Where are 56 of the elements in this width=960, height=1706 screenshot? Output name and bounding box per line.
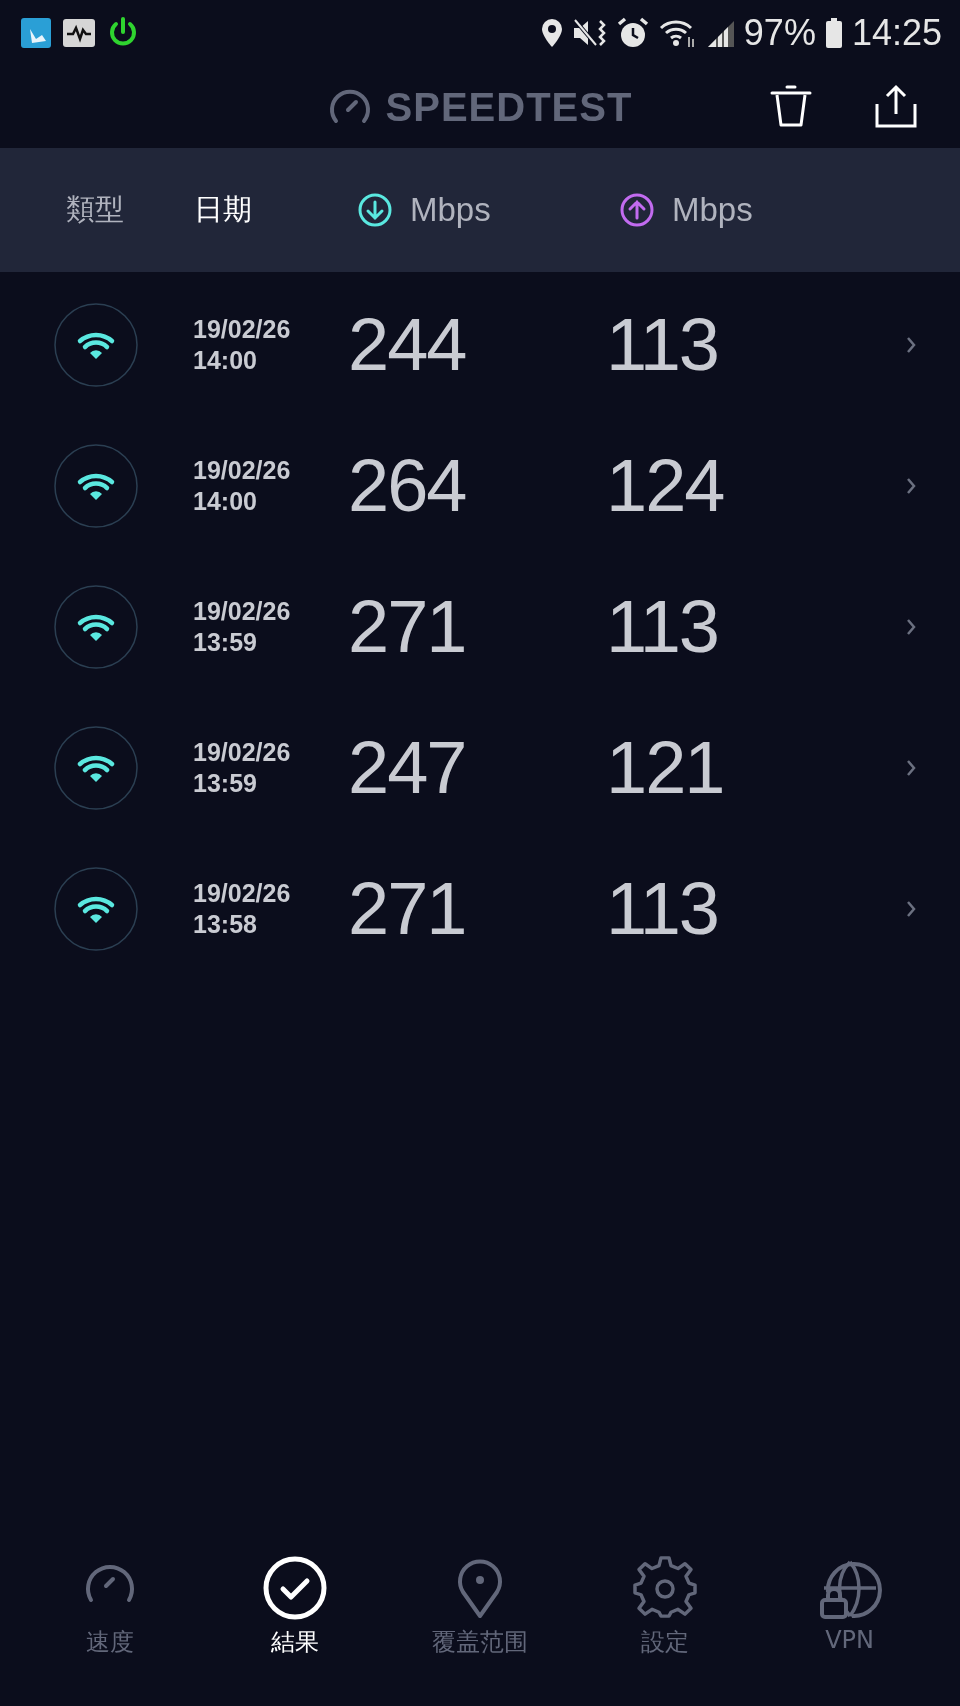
download-speed: 264 — [348, 443, 467, 528]
result-date: 19/02/26 — [193, 313, 292, 345]
column-header[interactable]: 類型 — [66, 190, 124, 230]
delete-icon[interactable] — [770, 84, 812, 128]
upload-speed: 113 — [606, 866, 719, 951]
result-date: 19/02/26 — [193, 454, 292, 486]
upload-speed: 113 — [606, 584, 719, 669]
wifi-icon — [54, 725, 138, 810]
column-header[interactable]: Mbps — [410, 191, 491, 229]
wifi-icon — [54, 302, 138, 387]
nav-tab[interactable]: 結果 — [202, 1556, 388, 1706]
result-time: 14:00 — [193, 485, 258, 517]
battery-percentage: 97% — [743, 12, 816, 54]
alarm-icon — [615, 16, 650, 50]
result-row[interactable]: 19/02/26 13:59 247 121 — [0, 697, 960, 838]
upload-speed: 124 — [606, 443, 725, 528]
result-date: 19/02/26 — [193, 595, 292, 627]
location-icon — [539, 17, 564, 49]
upload-icon — [620, 193, 654, 227]
battery-icon — [823, 17, 844, 49]
upload-speed: 121 — [606, 725, 725, 810]
result-row[interactable]: 19/02/26 13:59 271 113 — [0, 556, 960, 697]
download-speed: 271 — [348, 866, 467, 951]
activity-icon — [62, 18, 96, 48]
app-title: SPEEDTEST — [385, 84, 633, 130]
result-time: 13:59 — [193, 626, 258, 658]
chevron-icon — [906, 617, 916, 636]
share-icon[interactable] — [874, 84, 918, 128]
chevron-icon — [906, 758, 916, 777]
upload-speed: 113 — [606, 302, 719, 387]
column-header[interactable]: Mbps — [672, 191, 753, 229]
checkmark-icon — [263, 1556, 328, 1620]
result-date: 19/02/26 — [193, 877, 292, 909]
result-date: 19/02/26 — [193, 736, 292, 768]
result-row[interactable]: 19/02/26 14:00 244 113 — [0, 274, 960, 415]
column-header[interactable]: 日期 — [194, 190, 252, 230]
wifi-icon — [54, 866, 138, 951]
download-speed: 247 — [348, 725, 467, 810]
clock: 14:25 — [851, 12, 942, 54]
download-speed: 271 — [348, 584, 467, 669]
settings-icon — [632, 1556, 697, 1620]
result-time: 14:00 — [193, 344, 258, 376]
speedometer-icon — [327, 89, 372, 125]
wifi-icon — [54, 443, 138, 528]
wifi-icon — [54, 584, 138, 669]
chevron-icon — [906, 335, 916, 354]
chevron-icon — [906, 899, 916, 918]
chevron-icon — [906, 476, 916, 495]
result-time: 13:59 — [193, 767, 258, 799]
download-icon — [358, 193, 392, 227]
result-time: 13:58 — [193, 908, 258, 940]
result-row[interactable]: 19/02/26 13:58 271 113 — [0, 838, 960, 979]
result-row[interactable]: 19/02/26 14:00 264 124 — [0, 415, 960, 556]
download-speed: 244 — [348, 302, 467, 387]
mute-icon — [571, 17, 608, 49]
app-icon — [20, 17, 52, 49]
